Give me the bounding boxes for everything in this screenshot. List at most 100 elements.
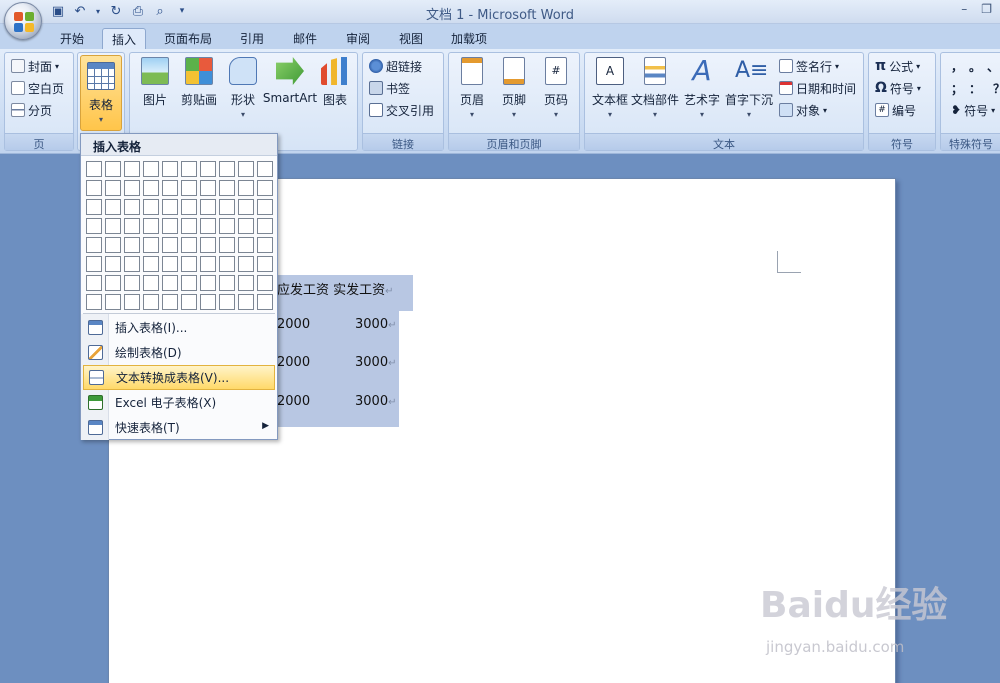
drop-cap-icon: A≡ bbox=[735, 58, 769, 83]
pencil-icon bbox=[88, 345, 103, 360]
special-symbol-button[interactable]: ❥ 符号 ▾ bbox=[951, 101, 995, 119]
baidu-watermark: Baidu经验 jingyan.baidu.com bbox=[760, 576, 960, 656]
picture-button[interactable]: 图片 bbox=[132, 57, 178, 129]
clipart-icon bbox=[185, 57, 213, 85]
page-number-button[interactable]: # 页码 ▾ bbox=[533, 57, 579, 129]
table-row: 2000 3000↵ bbox=[277, 394, 397, 409]
group-text: A 文本框 ▾ 文档部件 ▾ A 艺术字 ▾ A≡ 首字下沉 ▾ 签名行 ▾ 日期… bbox=[584, 52, 864, 151]
menu-item-draw-table[interactable]: 绘制表格(D) bbox=[81, 340, 277, 365]
text-box-icon: A bbox=[596, 57, 624, 85]
group-links: 超链接 书签 交叉引用 链接 bbox=[362, 52, 444, 151]
header-icon bbox=[461, 57, 483, 85]
group-label-symbols: 符号 bbox=[869, 133, 935, 151]
watermark-logo: Baidu经验 bbox=[760, 585, 948, 626]
insert-table-menu: 插入表格(I)... 绘制表格(D) 文本转换成表格(V)... Excel 电… bbox=[81, 315, 277, 440]
table-icon bbox=[87, 62, 115, 90]
group-label-links: 链接 bbox=[363, 133, 443, 151]
margin-corner-mark bbox=[777, 251, 801, 273]
group-label-pages: 页 bbox=[5, 133, 73, 151]
table-icon bbox=[88, 320, 103, 335]
title-bar: ▣ ↶ ▾ ↻ ⎙ ⌕ ▾ 文档 1 - Microsoft Word – ❐ bbox=[0, 0, 1000, 24]
footer-button[interactable]: 页脚 ▾ bbox=[491, 57, 537, 129]
watermark-url: jingyan.baidu.com bbox=[766, 638, 905, 656]
chart-icon bbox=[321, 57, 348, 85]
group-label-special-symbols: 特殊符号 bbox=[941, 133, 1000, 151]
dropdown-header: 插入表格 bbox=[81, 134, 277, 156]
smartart-icon bbox=[276, 57, 304, 85]
group-special-symbols: ，。、 ；：？ ❥ 符号▾ 特殊符号 bbox=[940, 52, 1000, 151]
menu-item-convert-text-to-table[interactable]: 文本转换成表格(V)... bbox=[83, 365, 275, 390]
quick-parts-icon bbox=[644, 57, 666, 85]
signature-line-button[interactable]: 签名行 ▾ bbox=[779, 57, 839, 75]
tab-page-layout[interactable]: 页面布局 bbox=[155, 28, 221, 49]
group-header-footer: 页眉 ▾ 页脚 ▾ # 页码 ▾ 页眉和页脚 bbox=[448, 52, 580, 151]
numbering-button[interactable]: # 编号 bbox=[875, 101, 916, 119]
page-break-icon bbox=[11, 103, 25, 117]
table-row: 2000 3000↵ bbox=[277, 317, 397, 332]
table-size-grid[interactable] bbox=[86, 161, 273, 310]
window-title: 文档 1 - Microsoft Word bbox=[425, 8, 575, 23]
clipart-button[interactable]: 剪贴画 bbox=[176, 57, 222, 129]
equation-button[interactable]: π 公式 ▾ bbox=[875, 57, 920, 75]
minimize-icon[interactable]: – bbox=[961, 2, 967, 16]
cover-page-button[interactable]: 封面 ▾ bbox=[11, 57, 59, 75]
table-row: 2000 3000↵ bbox=[277, 355, 397, 370]
tab-view[interactable]: 视图 bbox=[389, 28, 433, 49]
calendar-icon bbox=[779, 81, 793, 95]
tab-references[interactable]: 引用 bbox=[230, 28, 274, 49]
cross-reference-button[interactable]: 交叉引用 bbox=[369, 101, 434, 119]
bullet-icon: ❥ bbox=[951, 103, 962, 117]
menu-item-insert-table[interactable]: 插入表格(I)... bbox=[81, 315, 277, 340]
numbering-icon: # bbox=[875, 103, 889, 117]
restore-icon[interactable]: ❐ bbox=[981, 2, 992, 16]
wordart-button[interactable]: A 艺术字 ▾ bbox=[679, 57, 725, 129]
omega-icon: Ω bbox=[875, 80, 887, 96]
blank-page-button[interactable]: 空白页 bbox=[11, 79, 64, 97]
cross-reference-icon bbox=[369, 103, 383, 117]
ribbon-tabs: 开始 插入 页面布局 引用 邮件 审阅 视图 加载项 bbox=[0, 24, 1000, 49]
object-button[interactable]: 对象 ▾ bbox=[779, 101, 827, 119]
office-button[interactable] bbox=[4, 2, 42, 40]
office-logo-icon bbox=[14, 12, 34, 32]
cover-page-icon bbox=[11, 59, 25, 73]
menu-item-excel-spreadsheet[interactable]: Excel 电子表格(X) bbox=[81, 390, 277, 415]
tab-home[interactable]: 开始 bbox=[48, 28, 96, 49]
symbol-button[interactable]: Ω 符号 ▾ bbox=[875, 79, 921, 97]
drop-cap-button[interactable]: A≡ 首字下沉 ▾ bbox=[723, 57, 775, 129]
tab-mailings[interactable]: 邮件 bbox=[283, 28, 327, 49]
tab-addins[interactable]: 加载项 bbox=[441, 28, 497, 49]
punctuation-row-2[interactable]: ；：？ bbox=[951, 79, 1000, 97]
header-row-text: 应发工资 实发工资↵ bbox=[277, 283, 394, 298]
quick-table-icon bbox=[88, 420, 103, 435]
picture-icon bbox=[141, 57, 169, 85]
bookmark-icon bbox=[369, 81, 383, 95]
group-label-text: 文本 bbox=[585, 133, 863, 151]
punctuation-row-1[interactable]: ，。、 bbox=[951, 57, 1000, 75]
signature-line-icon bbox=[779, 59, 793, 73]
hyperlink-icon bbox=[369, 59, 383, 73]
chart-button[interactable]: 图表 bbox=[312, 57, 358, 129]
group-label-header-footer: 页眉和页脚 bbox=[449, 133, 579, 151]
blank-page-icon bbox=[11, 81, 25, 95]
wordart-icon: A bbox=[692, 54, 712, 87]
object-icon bbox=[779, 103, 793, 117]
shapes-icon bbox=[229, 57, 257, 85]
menu-separator bbox=[83, 313, 275, 314]
hyperlink-button[interactable]: 超链接 bbox=[369, 57, 422, 75]
excel-icon bbox=[88, 395, 103, 410]
convert-table-icon bbox=[89, 370, 104, 385]
insert-table-dropdown: 插入表格 插入表格(I)... 绘制表格(D) 文本转换成表格(V)... Ex… bbox=[80, 133, 278, 440]
page-break-button[interactable]: 分页 bbox=[11, 101, 52, 119]
tab-insert[interactable]: 插入 bbox=[102, 28, 146, 49]
group-pages: 封面 ▾ 空白页 分页 页 bbox=[4, 52, 74, 151]
text-box-button[interactable]: A 文本框 ▾ bbox=[587, 57, 633, 129]
tab-review[interactable]: 审阅 bbox=[336, 28, 380, 49]
header-button[interactable]: 页眉 ▾ bbox=[449, 57, 495, 129]
menu-item-quick-tables[interactable]: 快速表格(T) ▶ bbox=[81, 415, 277, 440]
group-symbols: π 公式 ▾ Ω 符号 ▾ # 编号 符号 bbox=[868, 52, 936, 151]
bookmark-button[interactable]: 书签 bbox=[369, 79, 410, 97]
smartart-button[interactable]: SmartArt bbox=[260, 57, 320, 129]
quick-parts-button[interactable]: 文档部件 ▾ bbox=[631, 57, 679, 129]
table-button[interactable]: 表格 ▾ bbox=[80, 55, 122, 131]
date-time-button[interactable]: 日期和时间 bbox=[779, 79, 856, 97]
